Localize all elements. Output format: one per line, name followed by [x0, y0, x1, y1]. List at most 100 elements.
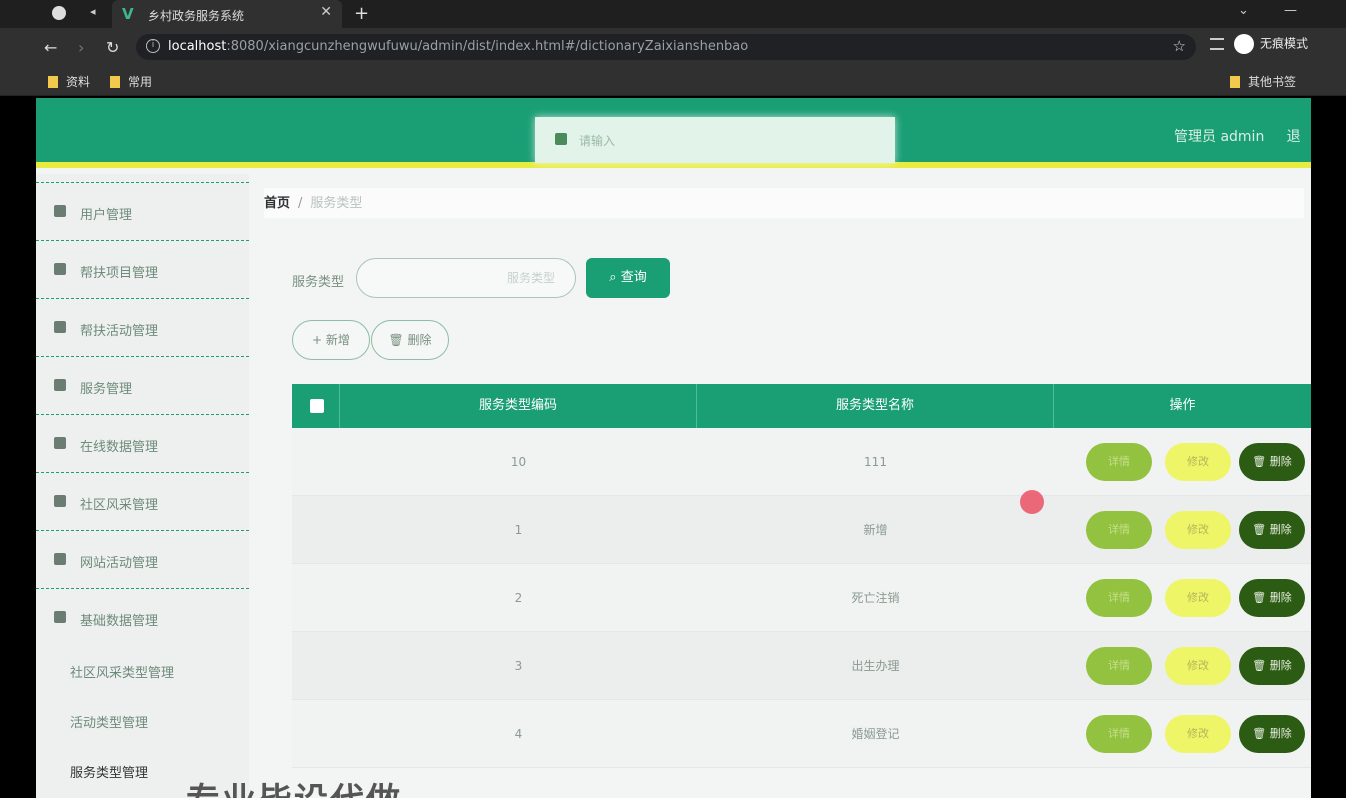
trash-icon: 🗑: [1252, 523, 1270, 536]
close-icon[interactable]: ✕: [320, 4, 332, 20]
view-button[interactable]: 详情: [1086, 579, 1152, 617]
browser-tab[interactable]: V 乡村政务服务系统 ✕: [112, 0, 342, 28]
new-tab-icon[interactable]: +: [354, 3, 369, 24]
table-row[interactable]: 3 出生办理 详情 修改 🗑 删除: [292, 632, 1311, 700]
bookmark-star-icon[interactable]: ☆: [1173, 37, 1186, 55]
vue-favicon-icon: V: [122, 5, 134, 23]
view-button[interactable]: 详情: [1086, 511, 1152, 549]
delete-button[interactable]: 🗑 删除: [1239, 443, 1305, 481]
sidebar-item-services[interactable]: 服务管理: [36, 356, 249, 414]
breadcrumb-home[interactable]: 首页: [264, 196, 290, 211]
flag-icon: [54, 321, 66, 333]
trash-icon: 🗑: [388, 333, 408, 347]
cell-code: 1: [514, 523, 523, 537]
search-icon: ⌕: [609, 270, 621, 285]
sidebar-item-activities[interactable]: 帮扶活动管理: [36, 298, 249, 356]
forward-arrow-icon[interactable]: ›: [78, 38, 84, 57]
plus-icon: +: [312, 333, 326, 347]
info-icon[interactable]: i: [146, 39, 160, 53]
cell-name: 死亡注销: [851, 591, 900, 605]
table-row[interactable]: 10 111 详情 修改 🗑 删除: [292, 428, 1311, 496]
trash-icon: 🗑: [1252, 455, 1270, 468]
globe-icon[interactable]: [52, 6, 66, 20]
delete-button[interactable]: 🗑 删除: [1239, 715, 1305, 753]
folder-icon: [48, 76, 58, 88]
url-field[interactable]: i localhost:8080/xiangcunzhengwufuwu/adm…: [136, 34, 1196, 60]
chevron-down-icon[interactable]: ⌄: [1238, 3, 1249, 18]
header-search[interactable]: 请输入: [535, 117, 895, 163]
tab-title: 乡村政务服务系统: [148, 9, 245, 23]
bookmarks-bar: 资料 常用 其他书签: [0, 66, 1346, 96]
reading-list-icon[interactable]: [1210, 38, 1224, 50]
trash-icon: 🗑: [1252, 727, 1270, 740]
table-row[interactable]: 4 婚姻登记 详情 修改 🗑 删除: [292, 700, 1311, 768]
incognito-profile[interactable]: 无痕模式: [1210, 34, 1308, 54]
minimize-icon[interactable]: —: [1284, 3, 1297, 18]
data-icon: [54, 437, 66, 449]
sidebar-item-base-data[interactable]: 基础数据管理: [36, 588, 249, 646]
view-button[interactable]: 详情: [1086, 443, 1152, 481]
header-select-cell: [292, 384, 340, 428]
sidebar-item-online-data[interactable]: 在线数据管理: [36, 414, 249, 472]
logout-link[interactable]: 退: [1287, 129, 1301, 145]
column-header-name[interactable]: 服务类型名称: [697, 384, 1054, 428]
search-icon: [555, 133, 567, 145]
admin-label: 管理员 admin 退: [1174, 129, 1301, 145]
cell-name: 出生办理: [851, 659, 900, 673]
sidebar-item-site-activities[interactable]: 网站活动管理: [36, 530, 249, 588]
delete-button[interactable]: 🗑 删除: [1239, 511, 1305, 549]
tab-audio-icon[interactable]: ◂: [90, 5, 96, 18]
view-button[interactable]: 详情: [1086, 715, 1152, 753]
delete-button[interactable]: 🗑 删除: [1239, 579, 1305, 617]
edit-button[interactable]: 修改: [1165, 443, 1231, 481]
trash-icon: 🗑: [1252, 591, 1270, 604]
delete-button[interactable]: 🗑 删除: [1239, 647, 1305, 685]
database-icon: [54, 611, 66, 623]
grid-icon: [54, 263, 66, 275]
cell-name: 111: [864, 455, 887, 469]
cell-code: 3: [514, 659, 523, 673]
add-button[interactable]: + 新增: [292, 320, 370, 360]
reload-icon[interactable]: ↻: [106, 38, 119, 57]
browser-tabbar: ◂ V 乡村政务服务系统 ✕ + ⌄ —: [0, 0, 1346, 28]
url-text: localhost:8080/xiangcunzhengwufuwu/admin…: [168, 39, 749, 54]
cursor-highlight: [1020, 490, 1044, 514]
edit-button[interactable]: 修改: [1165, 647, 1231, 685]
edit-button[interactable]: 修改: [1165, 715, 1231, 753]
back-arrow-icon[interactable]: ←: [44, 38, 57, 57]
bookmark-folder-ziliao[interactable]: 资料: [48, 73, 90, 90]
cell-name: 新增: [863, 523, 888, 537]
search-placeholder: 请输入: [579, 134, 616, 148]
bookmark-folder-other[interactable]: 其他书签: [1230, 73, 1296, 90]
edit-button[interactable]: 修改: [1165, 579, 1231, 617]
column-header-code[interactable]: 服务类型编码: [340, 384, 697, 428]
breadcrumb-current: 服务类型: [310, 196, 363, 211]
query-button[interactable]: ⌕ 查询: [586, 258, 670, 298]
folder-icon: [110, 76, 120, 88]
people-icon: [54, 495, 66, 507]
cell-name: 婚姻登记: [851, 727, 900, 741]
table-row[interactable]: 2 死亡注销 详情 修改 🗑 删除: [292, 564, 1311, 632]
breadcrumb-separator: /: [298, 196, 303, 211]
edit-button[interactable]: 修改: [1165, 511, 1231, 549]
cell-code: 4: [514, 727, 523, 741]
sidebar-subitem-community-type[interactable]: 社区风采类型管理: [36, 646, 249, 696]
table-header: 服务类型编码 服务类型名称 操作: [292, 384, 1311, 428]
user-icon: [54, 205, 66, 217]
app-page: 请输入 管理员 admin 退 用户管理 帮扶项目管理 帮扶活动管理 服务管理 …: [36, 98, 1311, 798]
sidebar-subitem-activity-type[interactable]: 活动类型管理: [36, 696, 249, 746]
table-row[interactable]: 1 新增 详情 修改 🗑 删除: [292, 496, 1311, 564]
sidebar-item-projects[interactable]: 帮扶项目管理: [36, 240, 249, 298]
view-button[interactable]: 详情: [1086, 647, 1152, 685]
bookmark-folder-changyong[interactable]: 常用: [110, 73, 152, 90]
sidebar-item-users[interactable]: 用户管理: [36, 182, 249, 240]
incognito-icon: [1234, 34, 1254, 54]
activity-icon: [54, 553, 66, 565]
batch-delete-button[interactable]: 🗑 删除: [371, 320, 449, 360]
select-all-checkbox[interactable]: [310, 399, 324, 413]
sidebar-item-community[interactable]: 社区风采管理: [36, 472, 249, 530]
sidebar: 用户管理 帮扶项目管理 帮扶活动管理 服务管理 在线数据管理 社区风采管理 网站…: [36, 174, 249, 798]
service-type-input[interactable]: 服务类型: [356, 258, 576, 298]
service-icon: [54, 379, 66, 391]
trash-icon: 🗑: [1252, 659, 1270, 672]
